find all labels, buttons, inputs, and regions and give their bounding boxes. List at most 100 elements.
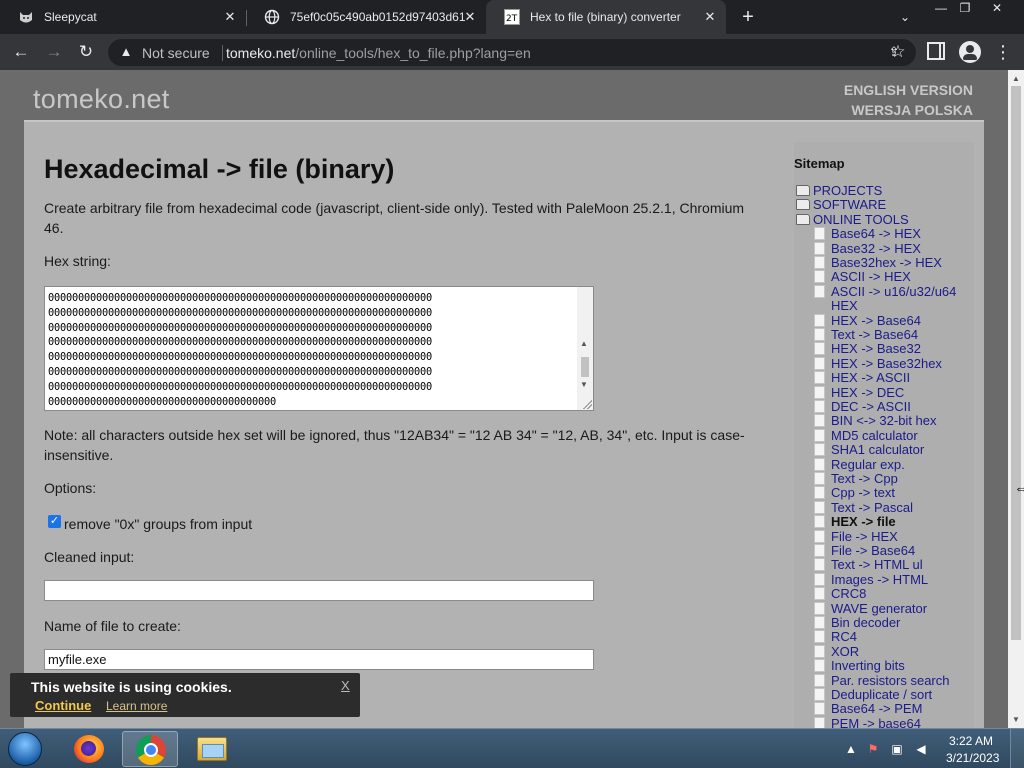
sitemap-tool-link[interactable]: Inverting bits <box>814 658 905 673</box>
sitemap-tool-label: HEX -> ASCII <box>831 370 911 386</box>
sitemap-tool-link[interactable]: SHA1 calculator <box>814 442 924 457</box>
sitemap-tool-link[interactable]: PEM -> base64 <box>814 716 921 728</box>
window-close-icon[interactable]: ✕ <box>982 0 1012 18</box>
site-logo[interactable]: tomeko.net <box>33 84 170 115</box>
sitemap-tool-link[interactable]: Text -> Pascal <box>814 500 913 515</box>
page-scrollbar[interactable]: ▲ ▼ <box>1008 70 1024 728</box>
page-icon <box>814 356 825 370</box>
taskbar-chrome[interactable] <box>122 731 178 767</box>
forward-icon[interactable]: → <box>42 40 66 64</box>
sitemap-tool-link[interactable]: Cpp -> text <box>814 486 895 500</box>
sitemap-tool-link[interactable]: Deduplicate / sort <box>814 687 932 702</box>
sitemap-tool-link[interactable]: DEC -> ASCII <box>814 399 911 414</box>
clock-time[interactable]: 3:22 AM <box>948 734 994 748</box>
sitemap-tool-link[interactable]: HEX -> DEC <box>814 385 904 400</box>
chevron-down-icon[interactable]: ⌄ <box>896 8 914 26</box>
warning-icon[interactable]: ▲ <box>118 44 134 60</box>
close-icon[interactable]: ✕ <box>462 9 478 25</box>
url-text[interactable]: tomeko.net/online_tools/hex_to_file.php?… <box>226 45 531 61</box>
tab-hash[interactable]: 75ef0c05c490ab0152d97403d612 ✕ <box>246 0 486 34</box>
sitemap-tool-link[interactable]: Text -> Base64 <box>814 327 919 342</box>
sitemap-tool-link[interactable]: HEX -> ASCII <box>814 370 911 386</box>
sitemap-tool-link[interactable]: File -> Base64 <box>814 543 915 558</box>
menu-kebab-icon[interactable]: ⋮ <box>994 40 1012 64</box>
polish-version-link[interactable]: WERSJA POLSKA <box>851 102 973 118</box>
back-icon[interactable]: ← <box>9 40 33 64</box>
scroll-down-icon[interactable]: ▼ <box>580 380 588 389</box>
sitemap-tool-link[interactable]: Text -> HTML ul <box>814 558 923 572</box>
remove-0x-label[interactable]: remove "0x" groups from input <box>64 514 252 534</box>
sitemap-tool-link[interactable]: Regular exp. <box>814 457 905 472</box>
sitemap-folder[interactable]: SOFTWARE <box>796 198 886 212</box>
close-icon[interactable]: ✕ <box>222 9 238 25</box>
sitemap-tool-link[interactable]: ASCII -> u16/u32/u64 <box>814 284 956 299</box>
sitemap-folder[interactable]: PROJECTS <box>796 183 882 198</box>
cleaned-input-field[interactable] <box>44 580 594 601</box>
sitemap-tool-link[interactable]: Images -> HTML <box>814 571 929 587</box>
sitemap-tool-link[interactable]: XOR <box>814 644 859 659</box>
sitemap-tool-link[interactable]: ASCII -> HEX <box>814 270 911 284</box>
network-icon[interactable]: ▣ <box>890 742 904 756</box>
sitemap-tool-link[interactable]: Par. resistors search <box>814 673 950 688</box>
sitemap-tool-link[interactable]: HEX -> file <box>814 514 896 529</box>
scroll-up-icon[interactable]: ▲ <box>1012 74 1020 83</box>
tab-sleepycat[interactable]: Sleepycat ✕ <box>0 0 246 34</box>
close-icon[interactable]: ✕ <box>702 9 718 25</box>
english-version-link[interactable]: ENGLISH VERSION <box>844 82 973 98</box>
sitemap-tool-label: Base32 -> HEX <box>831 240 921 256</box>
restore-icon[interactable]: ❐ <box>950 0 980 18</box>
sitemap-tool-label: MD5 calculator <box>831 427 918 443</box>
sitemap-tool-link[interactable]: BIN <-> 32-bit hex <box>814 414 937 428</box>
tray-expand-icon[interactable]: ▲ <box>844 742 858 756</box>
scroll-down-icon[interactable]: ▼ <box>1012 715 1020 724</box>
resize-handle-icon[interactable] <box>582 399 592 409</box>
cookie-learn-more-link[interactable]: Learn more <box>106 699 167 713</box>
sitemap-tool-label: HEX -> Base32hex <box>831 355 942 371</box>
sitemap-tool-link[interactable]: MD5 calculator <box>814 427 918 443</box>
start-button[interactable] <box>5 731 45 767</box>
sitemap-tool-link[interactable]: HEX -> Base32hex <box>814 355 942 371</box>
firefox-icon <box>74 735 104 763</box>
sitemap-tool-link[interactable]: HEX -> Base64 <box>814 313 921 328</box>
sitemap-tool-label: Bin decoder <box>831 615 901 630</box>
sitemap-tool-link[interactable]: Base64 -> HEX <box>814 226 921 241</box>
sitemap-tool-label: Images -> HTML <box>831 571 929 587</box>
filename-field[interactable]: myfile.exe <box>44 649 594 670</box>
cookie-close-link[interactable]: X <box>341 678 350 693</box>
bookmark-star-icon[interactable]: ☆ <box>886 40 910 64</box>
sitemap-tool-label: Text -> Base64 <box>831 327 919 342</box>
side-panel-icon[interactable] <box>927 42 945 60</box>
sitemap-tool-link[interactable]: HEX -> Base32 <box>814 342 921 356</box>
new-tab-icon[interactable]: + <box>737 7 759 29</box>
clock-date[interactable]: 3/21/2023 <box>946 751 999 765</box>
cookie-continue-link[interactable]: Continue <box>35 698 91 713</box>
sitemap-tool-link[interactable]: Base32hex -> HEX <box>814 255 942 270</box>
textarea-scrollbar[interactable]: ▲ ▼ <box>577 287 593 410</box>
sitemap-tool-link[interactable]: Base32 -> HEX <box>814 240 921 256</box>
address-bar[interactable]: ▲ Not secure tomeko.net/online_tools/hex… <box>108 39 916 66</box>
tab-hex-to-file[interactable]: 2T Hex to file (binary) converter ✕ <box>486 0 726 34</box>
hex-string-textarea[interactable]: 0000000000000000000000000000000000000000… <box>44 286 594 411</box>
volume-muted-icon[interactable]: ◀ <box>914 742 928 756</box>
scroll-up-icon[interactable]: ▲ <box>580 339 588 348</box>
reload-icon[interactable]: ↻ <box>74 40 98 64</box>
show-desktop-button[interactable] <box>1010 729 1024 768</box>
sitemap-folder[interactable]: ONLINE TOOLS <box>796 212 909 227</box>
sitemap-tool-link[interactable]: Text -> Cpp <box>814 471 898 486</box>
sitemap-tool-link[interactable]: File -> HEX <box>814 529 898 544</box>
sitemap-tool-link[interactable]: Bin decoder <box>814 615 901 630</box>
profile-avatar-icon[interactable] <box>959 41 981 63</box>
tab-title: 75ef0c05c490ab0152d97403d612 <box>290 10 465 24</box>
remove-0x-checkbox[interactable]: ✓ <box>48 515 61 528</box>
action-center-flag-icon[interactable]: ⚑ <box>866 742 880 756</box>
sitemap-tool-link[interactable]: HEX <box>814 298 858 313</box>
page-scroll-thumb[interactable] <box>1011 86 1021 640</box>
sitemap-tool-link[interactable]: Base64 -> PEM <box>814 702 922 716</box>
sitemap-tool-link[interactable]: RC4 <box>814 630 857 644</box>
taskbar-firefox[interactable] <box>60 731 116 767</box>
sitemap-tool-link[interactable]: CRC8 <box>814 586 866 601</box>
page-icon <box>814 371 825 385</box>
taskbar-file-explorer[interactable] <box>184 731 240 767</box>
textarea-scroll-thumb[interactable] <box>581 357 589 377</box>
sitemap-tool-link[interactable]: WAVE generator <box>814 601 927 616</box>
